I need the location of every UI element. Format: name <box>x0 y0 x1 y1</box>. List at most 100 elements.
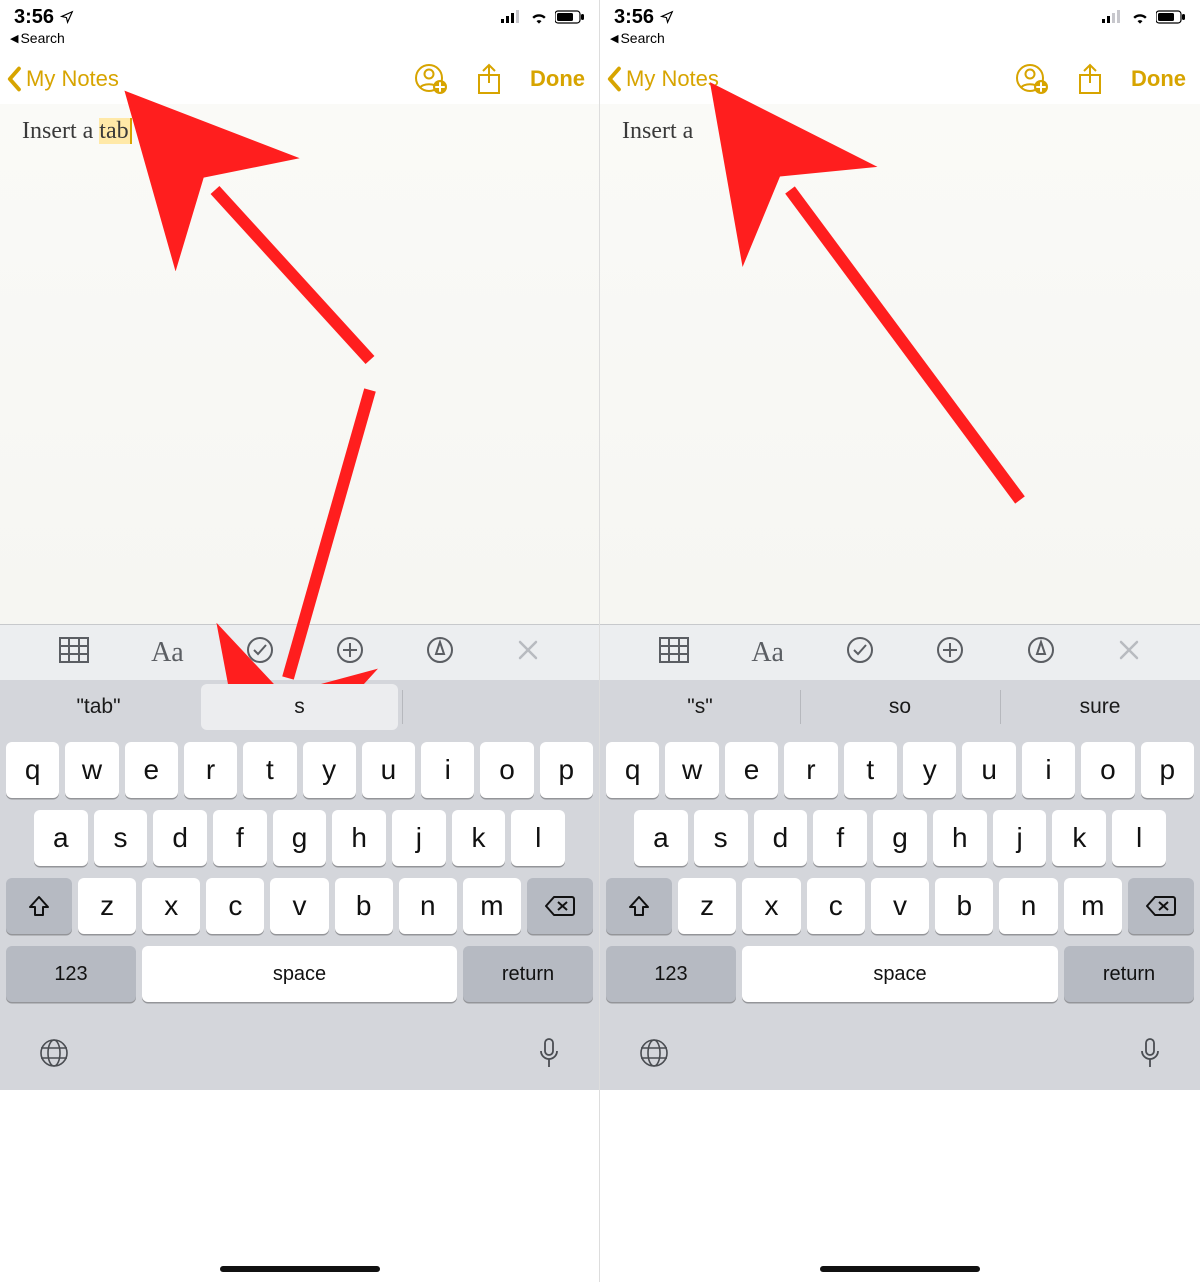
key-return[interactable]: return <box>463 946 593 1002</box>
suggestion-2[interactable]: s <box>201 684 398 730</box>
key-r[interactable]: r <box>784 742 837 798</box>
close-icon[interactable] <box>516 638 540 667</box>
key-u[interactable]: u <box>362 742 415 798</box>
key-k[interactable]: k <box>1052 810 1106 866</box>
markup-icon[interactable] <box>426 636 454 669</box>
key-g[interactable]: g <box>873 810 927 866</box>
key-f[interactable]: f <box>813 810 867 866</box>
key-v[interactable]: v <box>270 878 328 934</box>
key-i[interactable]: i <box>1022 742 1075 798</box>
key-p[interactable]: p <box>1141 742 1194 798</box>
key-h[interactable]: h <box>933 810 987 866</box>
share-button[interactable] <box>1073 62 1107 96</box>
note-editor[interactable]: Insert as <box>600 104 1200 624</box>
chevron-left-icon <box>6 66 24 92</box>
key-backspace[interactable] <box>527 878 593 934</box>
key-v[interactable]: v <box>871 878 929 934</box>
key-a[interactable]: a <box>634 810 688 866</box>
add-circle-icon[interactable] <box>336 636 364 669</box>
suggestion-3[interactable] <box>402 680 599 734</box>
key-w[interactable]: w <box>65 742 118 798</box>
key-m[interactable]: m <box>1064 878 1122 934</box>
suggestion-1[interactable]: "s" <box>600 680 800 734</box>
done-button[interactable]: Done <box>1131 66 1186 92</box>
key-c[interactable]: c <box>206 878 264 934</box>
text-format-icon[interactable]: Aa <box>151 637 184 669</box>
key-shift[interactable] <box>6 878 72 934</box>
key-l[interactable]: l <box>1112 810 1166 866</box>
key-c[interactable]: c <box>807 878 865 934</box>
cell-signal-icon <box>1102 10 1124 24</box>
table-icon[interactable] <box>59 637 89 668</box>
collaborate-button[interactable] <box>1015 62 1049 96</box>
key-shift[interactable] <box>606 878 672 934</box>
key-n[interactable]: n <box>399 878 457 934</box>
table-icon[interactable] <box>659 637 689 668</box>
suggestion-1[interactable]: "tab" <box>0 680 197 734</box>
key-x[interactable]: x <box>142 878 200 934</box>
key-return[interactable]: return <box>1064 946 1194 1002</box>
markup-icon[interactable] <box>1027 636 1055 669</box>
key-o[interactable]: o <box>480 742 533 798</box>
key-o[interactable]: o <box>1081 742 1134 798</box>
done-button[interactable]: Done <box>530 66 585 92</box>
globe-button[interactable] <box>638 1037 670 1074</box>
key-backspace[interactable] <box>1128 878 1194 934</box>
key-numeric[interactable]: 123 <box>606 946 736 1002</box>
key-g[interactable]: g <box>273 810 327 866</box>
collaborate-button[interactable] <box>414 62 448 96</box>
checklist-icon[interactable] <box>846 636 874 669</box>
key-s[interactable]: s <box>694 810 748 866</box>
key-b[interactable]: b <box>335 878 393 934</box>
key-space[interactable]: space <box>142 946 457 1002</box>
add-circle-icon[interactable] <box>936 636 964 669</box>
key-j[interactable]: j <box>392 810 446 866</box>
key-t[interactable]: t <box>844 742 897 798</box>
key-r[interactable]: r <box>184 742 237 798</box>
text-format-icon[interactable]: Aa <box>751 637 784 669</box>
back-button[interactable]: My Notes <box>606 66 719 92</box>
home-indicator[interactable] <box>820 1266 980 1272</box>
key-s[interactable]: s <box>94 810 148 866</box>
key-n[interactable]: n <box>999 878 1057 934</box>
key-numeric[interactable]: 123 <box>6 946 136 1002</box>
key-l[interactable]: l <box>511 810 565 866</box>
key-a[interactable]: a <box>34 810 88 866</box>
key-h[interactable]: h <box>332 810 386 866</box>
key-j[interactable]: j <box>993 810 1047 866</box>
suggestion-3[interactable]: sure <box>1000 680 1200 734</box>
checklist-icon[interactable] <box>246 636 274 669</box>
key-z[interactable]: z <box>678 878 736 934</box>
dictation-button[interactable] <box>537 1037 561 1074</box>
back-to-app[interactable]: ◀ Search <box>600 30 1200 52</box>
key-b[interactable]: b <box>935 878 993 934</box>
back-to-app[interactable]: ◀ Search <box>0 30 599 52</box>
key-d[interactable]: d <box>754 810 808 866</box>
key-w[interactable]: w <box>665 742 718 798</box>
key-e[interactable]: e <box>125 742 178 798</box>
key-q[interactable]: q <box>6 742 59 798</box>
key-u[interactable]: u <box>962 742 1015 798</box>
dictation-button[interactable] <box>1138 1037 1162 1074</box>
key-p[interactable]: p <box>540 742 593 798</box>
suggestion-2[interactable]: so <box>800 680 1000 734</box>
key-z[interactable]: z <box>78 878 136 934</box>
back-button[interactable]: My Notes <box>6 66 119 92</box>
close-icon[interactable] <box>1117 638 1141 667</box>
key-q[interactable]: q <box>606 742 659 798</box>
key-t[interactable]: t <box>243 742 296 798</box>
key-x[interactable]: x <box>742 878 800 934</box>
key-k[interactable]: k <box>452 810 506 866</box>
key-d[interactable]: d <box>153 810 207 866</box>
share-button[interactable] <box>472 62 506 96</box>
note-editor[interactable]: Insert a tab <box>0 104 599 624</box>
key-i[interactable]: i <box>421 742 474 798</box>
key-space[interactable]: space <box>742 946 1058 1002</box>
key-e[interactable]: e <box>725 742 778 798</box>
globe-button[interactable] <box>38 1037 70 1074</box>
home-indicator[interactable] <box>220 1266 380 1272</box>
key-f[interactable]: f <box>213 810 267 866</box>
key-y[interactable]: y <box>903 742 956 798</box>
key-y[interactable]: y <box>303 742 356 798</box>
key-m[interactable]: m <box>463 878 521 934</box>
